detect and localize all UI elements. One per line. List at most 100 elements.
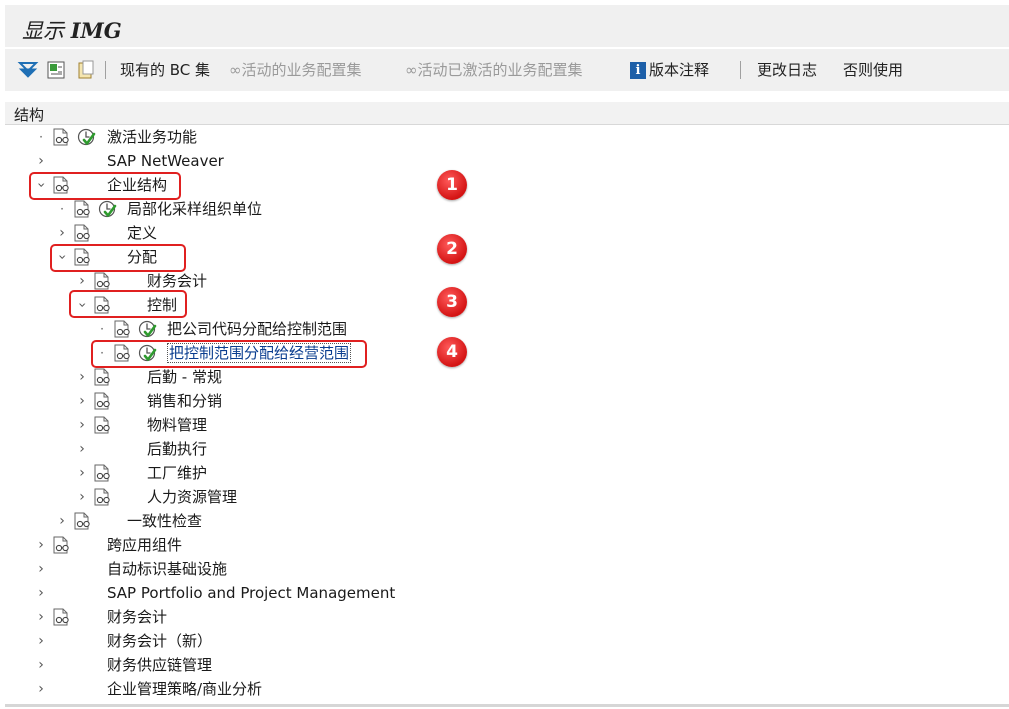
tree-node-label[interactable]: 把公司代码分配给控制范围 <box>167 317 347 341</box>
expand-chevron-icon[interactable]: › <box>34 557 48 581</box>
highlight-box-4 <box>91 340 367 368</box>
expand-chevron-icon[interactable]: › <box>75 437 89 461</box>
expand-chevron-icon[interactable]: › <box>34 605 48 629</box>
execute-clock-icon[interactable] <box>98 200 118 218</box>
tree-node-label[interactable]: 企业管理策略/商业分析 <box>107 677 262 701</box>
collapse-icon[interactable] <box>45 59 67 81</box>
tree-node-label[interactable]: 财务会计（新） <box>107 629 212 653</box>
where-used-button[interactable]: 否则使用 <box>843 59 903 81</box>
glasses-icon: ∞ <box>229 61 242 79</box>
tree-node[interactable]: › 企业管理策略/商业分析 <box>0 677 1009 701</box>
expand-chevron-icon[interactable]: › <box>34 629 48 653</box>
expand-chevron-icon[interactable]: › <box>75 365 89 389</box>
tree-node[interactable]: › SAP NetWeaver <box>0 149 1009 173</box>
tree-node[interactable]: · 局部化采样组织单位 <box>0 197 1009 221</box>
expand-chevron-icon[interactable]: › <box>75 461 89 485</box>
tree-node[interactable]: › 财务供应链管理 <box>0 653 1009 677</box>
step-badge-1: 1 <box>437 170 467 200</box>
document-icon[interactable] <box>52 128 72 146</box>
tree-node[interactable]: · 激活业务功能 <box>0 125 1009 149</box>
title-bar: 显示 IMG <box>5 5 1009 47</box>
tree-node[interactable]: › 销售和分销 <box>0 389 1009 413</box>
highlight-box-3 <box>69 290 187 318</box>
tree-node-label[interactable]: 销售和分销 <box>147 389 222 413</box>
document-icon[interactable] <box>93 464 113 482</box>
expand-chevron-icon[interactable]: › <box>75 389 89 413</box>
leaf-dot-icon: · <box>39 130 43 144</box>
step-badge-2: 2 <box>437 234 467 264</box>
tree-node[interactable]: › 一致性检查 <box>0 509 1009 533</box>
leaf-dot-icon: · <box>100 322 104 336</box>
tree-node[interactable]: · 把公司代码分配给控制范围 <box>0 317 1009 341</box>
tree-node[interactable]: › 跨应用组件 <box>0 533 1009 557</box>
expand-chevron-icon[interactable]: › <box>34 653 48 677</box>
release-notes-button[interactable]: i 版本注释 <box>630 59 709 81</box>
expand-all-icon[interactable] <box>17 59 39 81</box>
tree-node[interactable]: › 定义 <box>0 221 1009 245</box>
structure-header-label: 结构 <box>14 106 45 124</box>
expand-chevron-icon[interactable]: › <box>75 485 89 509</box>
tree-node-label[interactable]: SAP Portfolio and Project Management <box>107 581 395 605</box>
tree-node[interactable]: › 财务会计（新） <box>0 629 1009 653</box>
tree-node-label[interactable]: 一致性检查 <box>127 509 202 533</box>
tree-node[interactable]: › 财务会计 <box>0 605 1009 629</box>
document-icon[interactable] <box>113 320 133 338</box>
toolbar: 现有的 BC 集 ∞活动的业务配置集 ∞活动已激活的业务配置集 i 版本注释 更改… <box>5 49 1009 91</box>
tree-node-label[interactable]: 定义 <box>127 221 157 245</box>
highlight-box-2 <box>50 244 186 272</box>
active-config-button[interactable]: ∞活动的业务配置集 <box>229 59 362 81</box>
tree-node[interactable]: › 自动标识基础设施 <box>0 557 1009 581</box>
clipboard-icon[interactable] <box>75 59 97 81</box>
info-icon: i <box>630 62 646 79</box>
tree-node-label[interactable]: 跨应用组件 <box>107 533 182 557</box>
tree-node-label[interactable]: 后勤执行 <box>147 437 207 461</box>
tree-node-label[interactable]: 自动标识基础设施 <box>107 557 227 581</box>
document-icon[interactable] <box>93 416 113 434</box>
tree-node-label[interactable]: 财务会计 <box>107 605 167 629</box>
tree-node-label[interactable]: 工厂维护 <box>147 461 207 485</box>
tree-node-label[interactable]: 后勤 - 常规 <box>147 365 222 389</box>
tree-node-label[interactable]: 局部化采样组织单位 <box>127 197 262 221</box>
document-icon[interactable] <box>93 368 113 386</box>
tree-node-label[interactable]: 人力资源管理 <box>147 485 237 509</box>
tree-node-label[interactable]: 激活业务功能 <box>107 125 197 149</box>
document-icon[interactable] <box>52 608 72 626</box>
expand-chevron-icon[interactable]: › <box>34 581 48 605</box>
tree-node[interactable]: › 后勤 - 常规 <box>0 365 1009 389</box>
expand-chevron-icon[interactable]: › <box>55 221 69 245</box>
execute-clock-icon[interactable] <box>138 320 158 338</box>
tree-node[interactable]: › SAP Portfolio and Project Management <box>0 581 1009 605</box>
bc-sets-button[interactable]: 现有的 BC 集 <box>120 59 210 81</box>
expand-chevron-icon[interactable]: › <box>34 149 48 173</box>
document-icon[interactable] <box>52 536 72 554</box>
tree-node[interactable]: › 物料管理 <box>0 413 1009 437</box>
toolbar-separator <box>740 61 741 79</box>
tree-node[interactable]: › 人力资源管理 <box>0 485 1009 509</box>
step-badge-3: 3 <box>437 287 467 317</box>
expand-chevron-icon[interactable]: › <box>34 677 48 701</box>
expand-chevron-icon[interactable]: › <box>55 509 69 533</box>
document-icon[interactable] <box>73 224 93 242</box>
tree-node[interactable]: › 工厂维护 <box>0 461 1009 485</box>
document-icon[interactable] <box>73 512 93 530</box>
document-icon[interactable] <box>73 200 93 218</box>
document-icon[interactable] <box>93 488 113 506</box>
leaf-dot-icon: · <box>60 202 64 216</box>
highlight-box-1 <box>29 172 181 200</box>
window-title: 显示 IMG <box>22 18 122 43</box>
activated-config-button[interactable]: ∞活动已激活的业务配置集 <box>405 59 583 81</box>
tree-node-label[interactable]: 物料管理 <box>147 413 207 437</box>
document-icon[interactable] <box>93 392 113 410</box>
tree-node[interactable]: › 后勤执行 <box>0 437 1009 461</box>
step-badge-4: 4 <box>437 337 467 367</box>
bottom-border <box>5 704 1009 707</box>
glasses-icon: ∞ <box>405 61 418 79</box>
expand-chevron-icon[interactable]: › <box>75 413 89 437</box>
change-log-button[interactable]: 更改日志 <box>757 59 817 81</box>
execute-clock-icon[interactable] <box>77 128 97 146</box>
tree-node-label[interactable]: SAP NetWeaver <box>107 149 224 173</box>
expand-chevron-icon[interactable]: › <box>34 533 48 557</box>
document-icon[interactable] <box>93 272 113 290</box>
structure-header: 结构 <box>5 102 1009 125</box>
tree-node-label[interactable]: 财务供应链管理 <box>107 653 212 677</box>
